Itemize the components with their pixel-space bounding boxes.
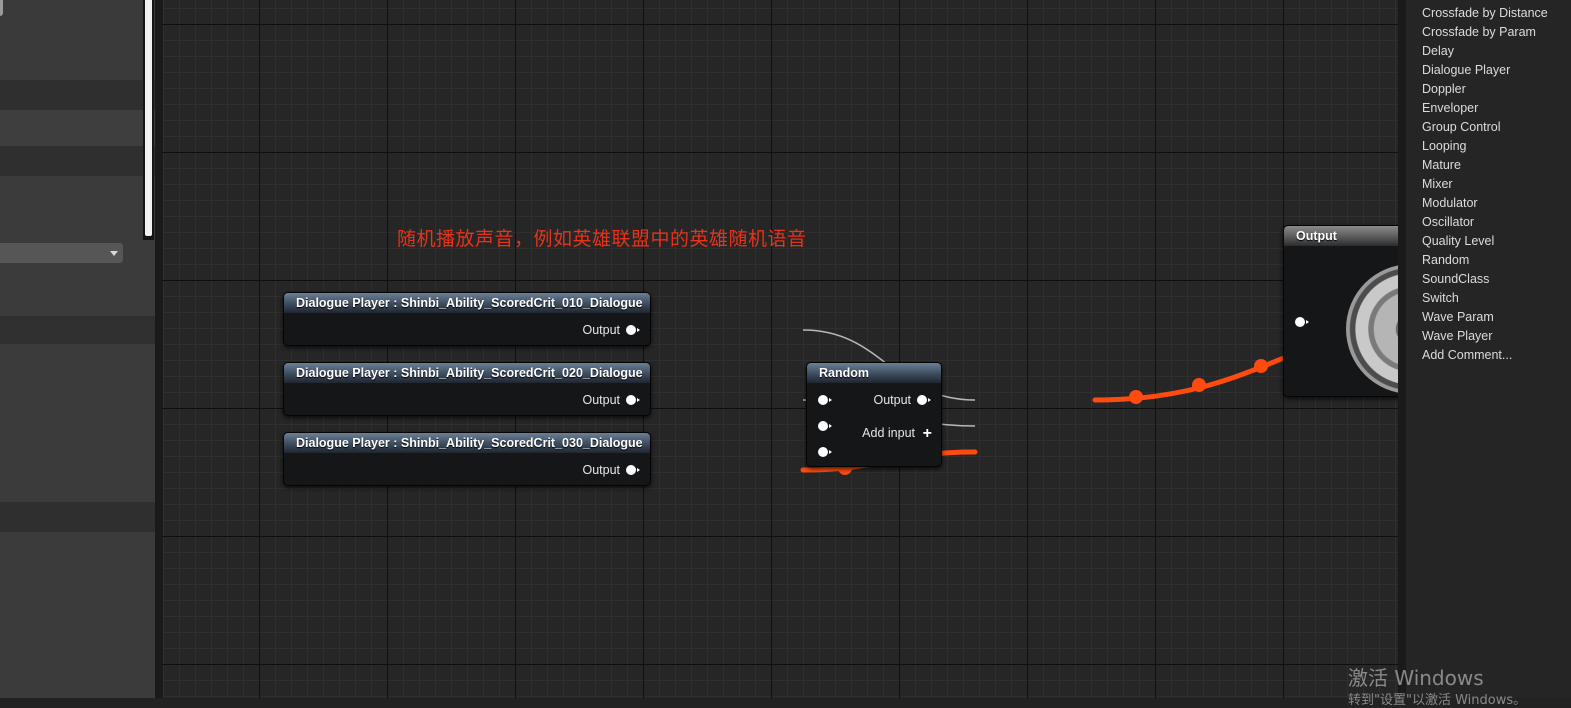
input-pin-icon[interactable]	[818, 395, 832, 405]
palette-item[interactable]: Switch	[1422, 291, 1459, 305]
details-row	[0, 532, 155, 698]
node-title: Dialogue Player : Shinbi_Ability_ScoredC…	[284, 363, 650, 383]
output-pin-label: Output	[582, 393, 620, 407]
output-pin-icon[interactable]	[626, 465, 640, 475]
palette-item[interactable]: Enveloper	[1422, 101, 1478, 115]
details-row	[0, 344, 155, 502]
palette-item[interactable]: Group Control	[1422, 120, 1501, 134]
chevron-down-icon	[110, 251, 118, 256]
wire-pulse-dot	[1254, 359, 1268, 373]
details-category-row[interactable]	[0, 502, 155, 532]
palette-item[interactable]: Dialogue Player	[1422, 63, 1510, 77]
add-input-plus-icon[interactable]: +	[923, 426, 932, 442]
output-pin-label: Output	[873, 393, 911, 407]
input-pin-icon[interactable]	[1295, 317, 1309, 327]
output-pin-label: Output	[582, 463, 620, 477]
wire-pulse-dot	[1192, 378, 1206, 392]
node-title: Random	[807, 363, 941, 383]
random-node[interactable]: Random Output Add input +	[806, 362, 942, 467]
input-pin-icon[interactable]	[818, 447, 832, 457]
details-scrollbar-thumb[interactable]	[145, 0, 152, 236]
palette-item[interactable]: Quality Level	[1422, 234, 1494, 248]
palette-item[interactable]: Wave Player	[1422, 329, 1492, 343]
output-pin-icon[interactable]	[917, 395, 931, 405]
details-row	[0, 0, 155, 80]
details-category-row[interactable]	[0, 80, 155, 110]
dialogue-player-node-030[interactable]: Dialogue Player : Shinbi_Ability_ScoredC…	[283, 432, 651, 486]
palette-item[interactable]: SoundClass	[1422, 272, 1489, 286]
details-dropdown[interactable]	[0, 243, 123, 263]
windows-activation-watermark: 激活 Windows	[1348, 666, 1484, 690]
graph-annotation: 随机播放声音，例如英雄联盟中的英雄随机语音	[397, 228, 807, 250]
palette-item[interactable]: Mixer	[1422, 177, 1453, 191]
node-title: Dialogue Player : Shinbi_Ability_ScoredC…	[284, 293, 650, 313]
connection-wires	[800, 321, 1398, 475]
output-node[interactable]: Output	[1283, 225, 1398, 397]
node-palette: Crossfade by Distance Crossfade by Param D…	[1406, 0, 1571, 698]
palette-item[interactable]: Modulator	[1422, 196, 1478, 210]
dialogue-player-node-020[interactable]: Dialogue Player : Shinbi_Ability_ScoredC…	[283, 362, 651, 416]
output-pin-icon[interactable]	[626, 325, 640, 335]
details-panel	[0, 0, 155, 698]
details-category-row[interactable]	[0, 316, 155, 344]
panel-splitter[interactable]	[155, 0, 163, 698]
palette-item[interactable]: Oscillator	[1422, 215, 1474, 229]
speaker-icon	[1346, 264, 1398, 394]
palette-item[interactable]: Add Comment...	[1422, 348, 1512, 362]
dialogue-player-node-010[interactable]: Dialogue Player : Shinbi_Ability_ScoredC…	[283, 292, 651, 346]
collapsed-tab[interactable]	[0, 0, 3, 16]
palette-item[interactable]: Doppler	[1422, 82, 1466, 96]
sound-cue-graph[interactable]: 随机播放声音，例如英雄联盟中的英雄随机语音 Dialogue Player : …	[163, 0, 1398, 698]
input-pin-icon[interactable]	[818, 421, 832, 431]
node-title: Dialogue Player : Shinbi_Ability_ScoredC…	[284, 433, 650, 453]
palette-item[interactable]: Crossfade by Param	[1422, 25, 1536, 39]
palette-item[interactable]: Wave Param	[1422, 310, 1494, 324]
details-row	[0, 110, 155, 146]
palette-item[interactable]: Crossfade by Distance	[1422, 6, 1548, 20]
windows-activation-subtitle: 转到"设置"以激活 Windows。	[1348, 693, 1527, 708]
output-pin-label: Output	[582, 323, 620, 337]
node-title: Output	[1284, 226, 1398, 246]
add-input-label[interactable]: Add input	[862, 426, 915, 440]
palette-item[interactable]: Looping	[1422, 139, 1467, 153]
palette-item[interactable]: Mature	[1422, 158, 1461, 172]
palette-item[interactable]: Delay	[1422, 44, 1454, 58]
wire-pulse-dot	[1129, 390, 1143, 404]
palette-item[interactable]: Random	[1422, 253, 1469, 267]
output-pin-icon[interactable]	[626, 395, 640, 405]
details-category-row[interactable]	[0, 146, 155, 176]
panel-splitter[interactable]	[1398, 0, 1406, 698]
